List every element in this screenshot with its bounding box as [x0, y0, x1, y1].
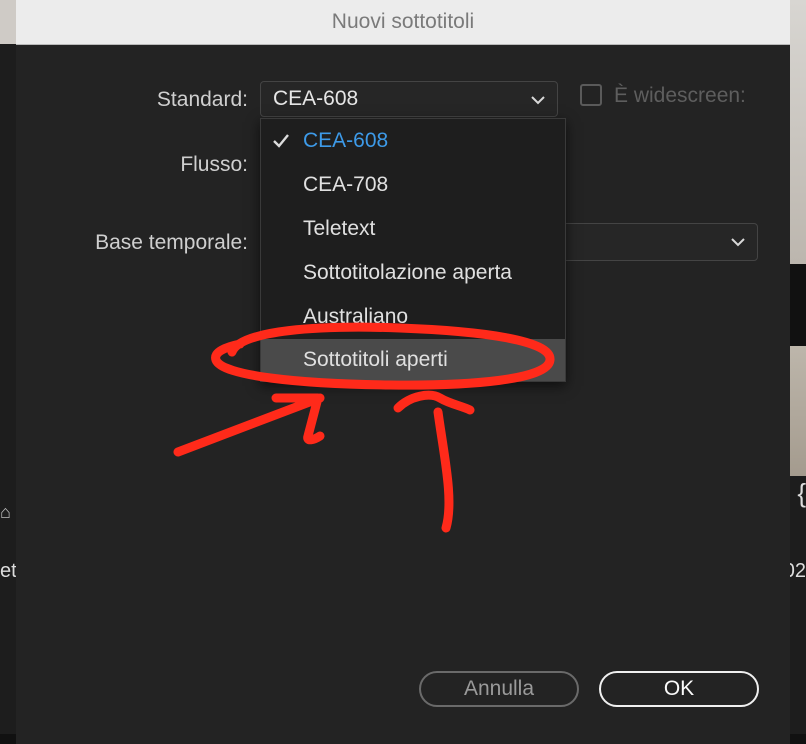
background-brace-icon: { [797, 478, 806, 508]
menu-item-label: CEA-608 [303, 129, 389, 152]
menu-item-teletext[interactable]: Teletext [261, 207, 565, 251]
background-video-frame [790, 0, 806, 264]
background-tool-icon: ⌂ [0, 502, 11, 522]
background-video-frame-lower [790, 346, 806, 476]
background-app-left [0, 0, 16, 744]
menu-item-cea-708[interactable]: CEA-708 [261, 163, 565, 207]
standard-select[interactable]: CEA-608 [260, 81, 558, 117]
menu-item-label: Sottotitoli aperti [303, 348, 448, 371]
menu-item-cea-608[interactable]: CEA-608 [261, 119, 565, 163]
widescreen-label: È widescreen: [614, 84, 746, 107]
menu-item-label: CEA-708 [303, 173, 389, 196]
background-app-left-top [0, 0, 16, 44]
menu-item-sottotitolazione-aperta[interactable]: Sottotitolazione aperta [261, 251, 565, 295]
widescreen-checkbox[interactable] [580, 84, 602, 106]
dialog-title: Nuovi sottotitoli [16, 0, 790, 45]
background-text-left: et [0, 560, 17, 582]
chevron-down-icon [731, 238, 745, 247]
menu-item-australiano[interactable]: Australiano [261, 295, 565, 339]
checkmark-icon [273, 134, 289, 148]
standard-dropdown-menu: CEA-608 CEA-708 Teletext Sottotitolazion… [260, 118, 566, 382]
flusso-label: Flusso: [180, 153, 248, 176]
ok-button[interactable]: OK [599, 671, 759, 707]
base-temporale-label: Base temporale: [95, 231, 248, 254]
menu-item-label: Sottotitolazione aperta [303, 261, 512, 284]
standard-label: Standard: [156, 88, 248, 111]
chevron-down-icon [531, 96, 545, 105]
background-dark-band [790, 264, 806, 346]
menu-item-label: Australiano [303, 305, 409, 328]
standard-select-value: CEA-608 [273, 87, 359, 110]
menu-item-label: Teletext [303, 217, 376, 240]
new-captions-dialog: Nuovi sottotitoli Standard: CEA-608 È wi… [16, 0, 790, 744]
menu-item-sottotitoli-aperti[interactable]: Sottotitoli aperti [261, 339, 565, 381]
cancel-button[interactable]: Annulla [419, 671, 579, 707]
